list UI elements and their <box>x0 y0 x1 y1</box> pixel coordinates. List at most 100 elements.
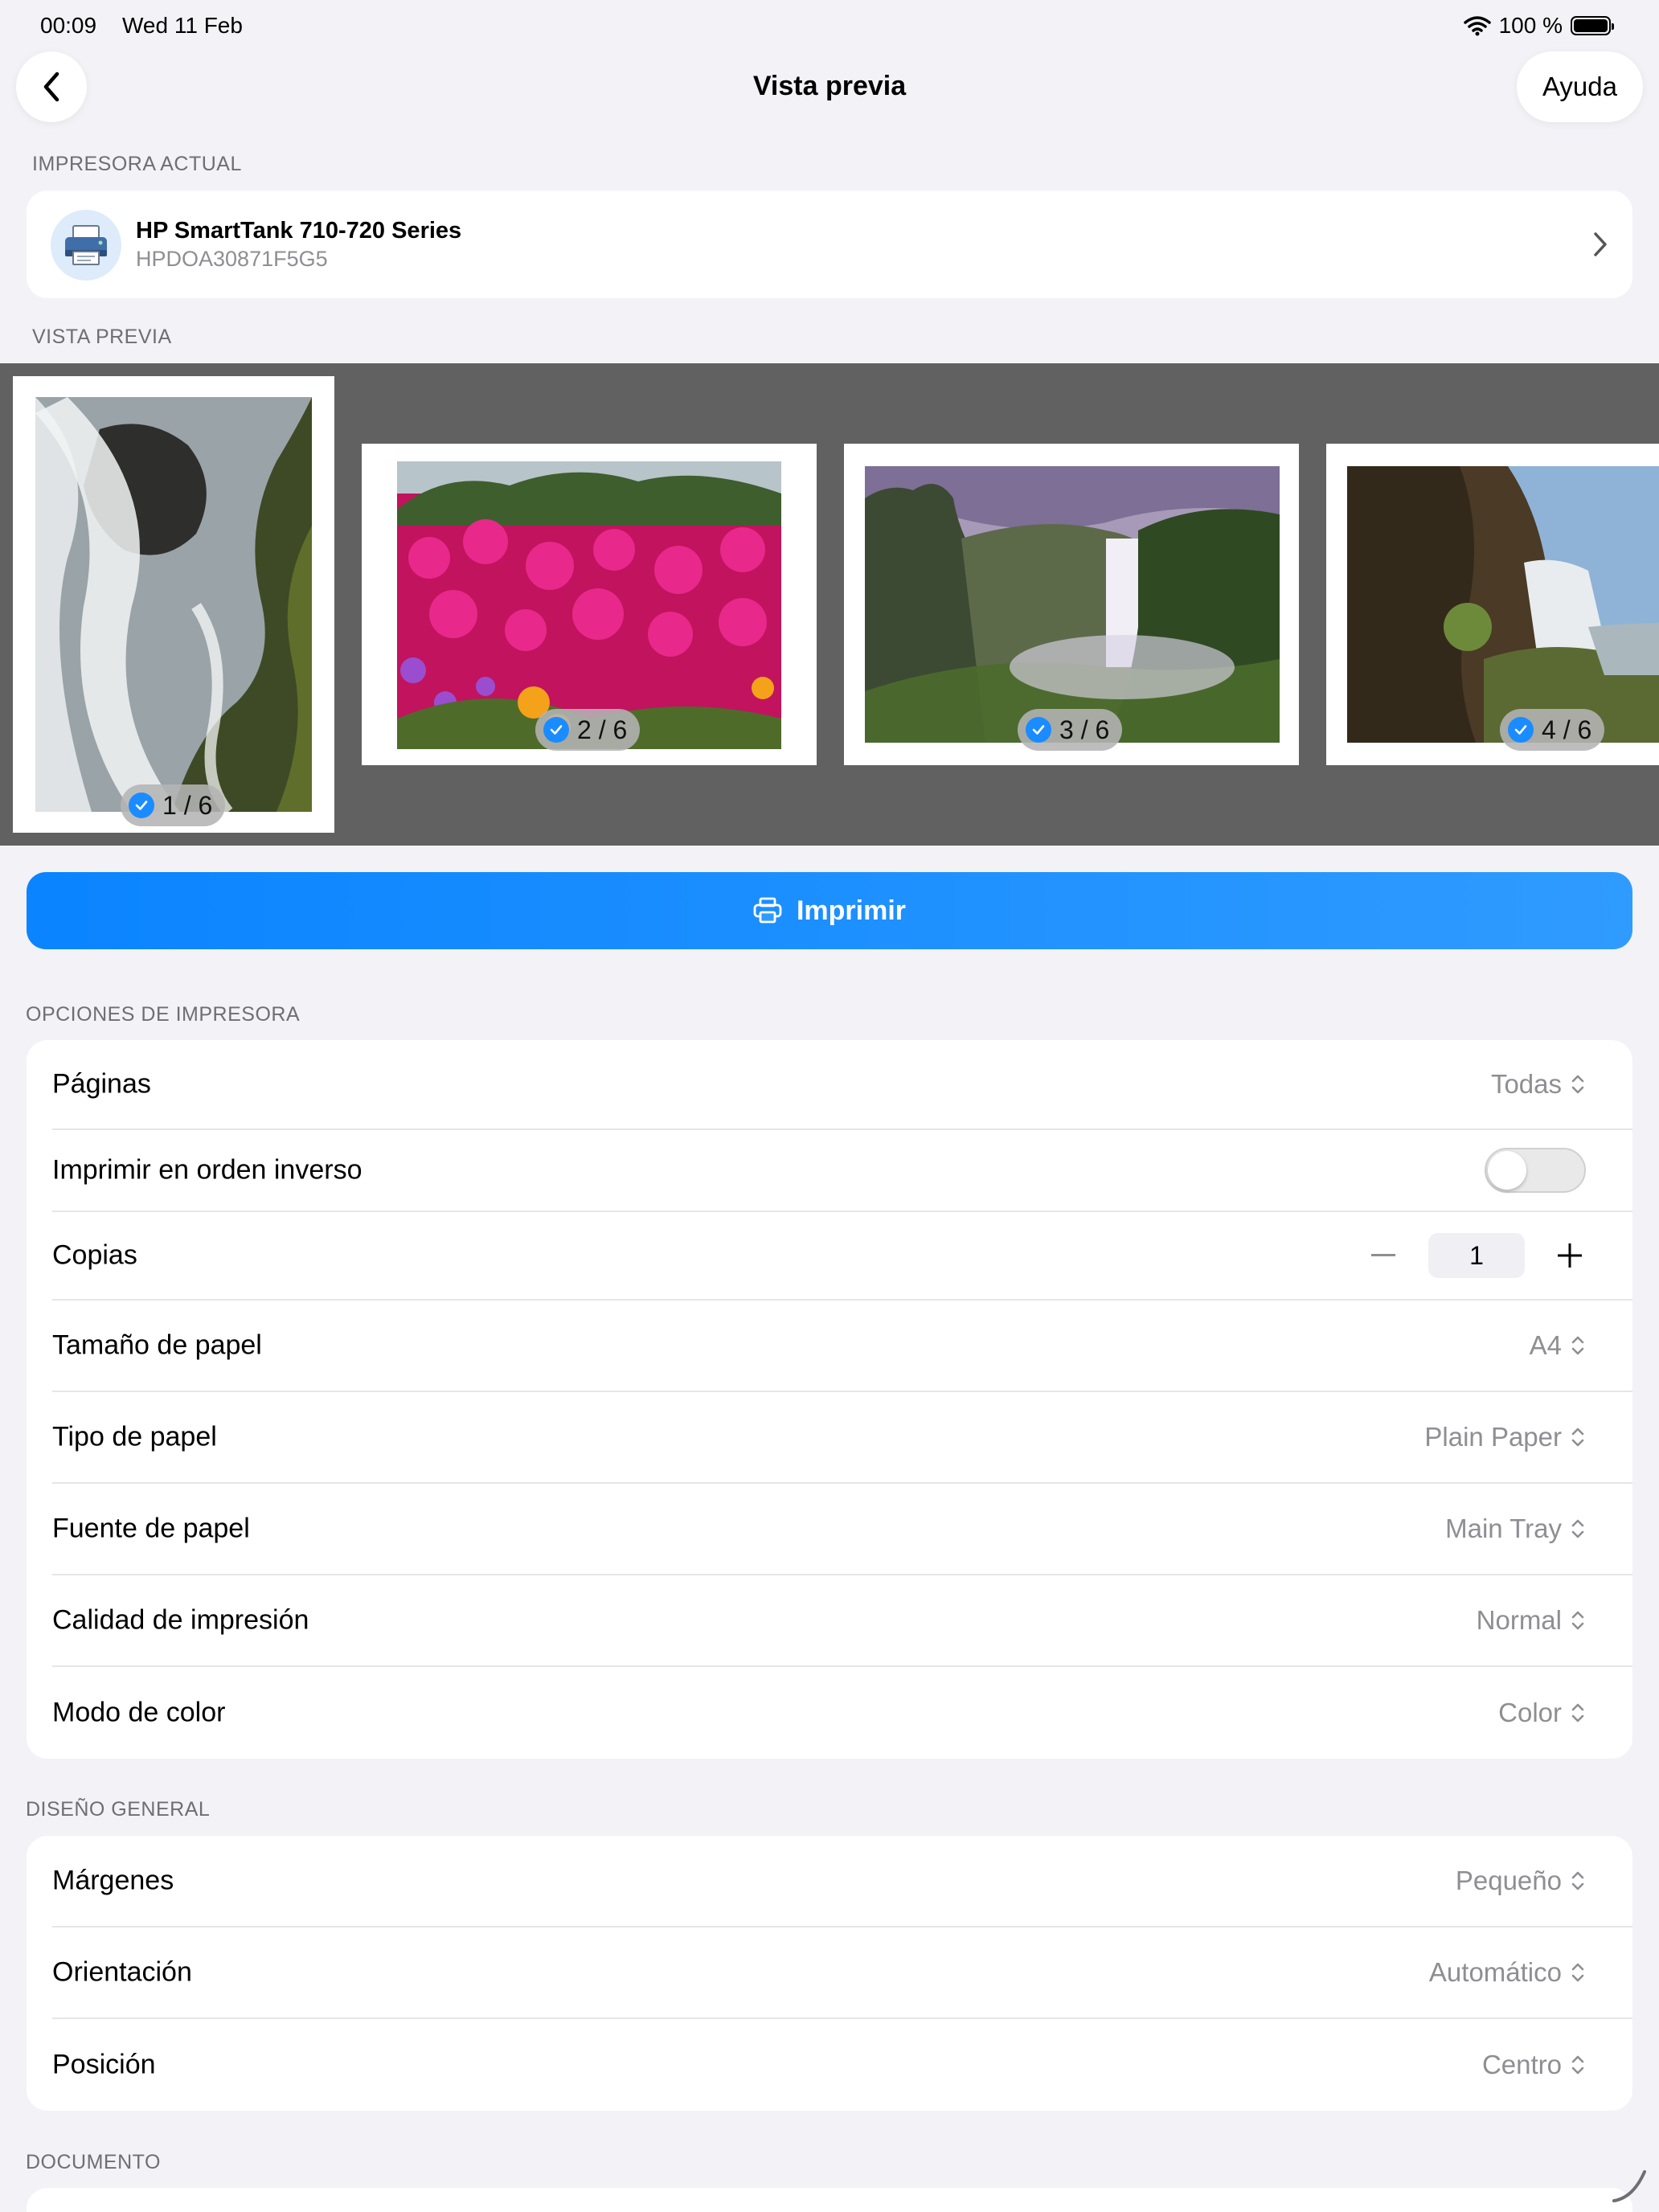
status-time: 00:09 <box>40 13 97 38</box>
battery-percent: 100 % <box>1498 13 1563 38</box>
position-row[interactable]: Posición Centro <box>52 2019 1632 2111</box>
wifi-icon <box>1463 16 1491 36</box>
paper-source-row[interactable]: Fuente de papel Main Tray <box>52 1484 1632 1575</box>
current-printer-header: IMPRESORA ACTUAL <box>32 153 242 175</box>
print-button[interactable]: Imprimir <box>27 872 1632 949</box>
preview-thumbnail[interactable]: 4 / 6 <box>1326 444 1659 765</box>
copies-stepper: 1 <box>1367 1233 1586 1278</box>
color-mode-value: Color <box>1498 1698 1562 1727</box>
chevron-updown-icon <box>1571 1963 1584 1982</box>
increment-button[interactable] <box>1554 1239 1586 1272</box>
chevron-updown-icon <box>1571 1611 1584 1630</box>
plus-icon <box>1558 1243 1582 1268</box>
decrement-button[interactable] <box>1367 1239 1399 1272</box>
margins-label: Márgenes <box>52 1865 174 1896</box>
orientation-value: Automático <box>1428 1957 1562 1987</box>
orientation-label: Orientación <box>52 1956 192 1988</box>
orientation-select[interactable]: Automático <box>1429 1957 1586 1988</box>
orientation-row[interactable]: Orientación Automático <box>52 1927 1632 2019</box>
battery-fill <box>1574 19 1608 32</box>
checkmark-icon <box>129 793 154 818</box>
layout-options-group: Márgenes Pequeño Orientación Automático … <box>27 1836 1632 2111</box>
margins-row[interactable]: Márgenes Pequeño <box>52 1836 1632 1927</box>
color-mode-row[interactable]: Modo de color Color <box>52 1667 1632 1759</box>
copies-row: Copias 1 <box>52 1212 1632 1301</box>
color-mode-select[interactable]: Color <box>1498 1698 1586 1728</box>
minus-icon <box>1371 1254 1395 1256</box>
print-quality-value: Normal <box>1476 1605 1562 1635</box>
printer-options-header: OPCIONES DE IMPRESORA <box>26 1003 301 1026</box>
page-badge: 4 / 6 <box>1500 709 1605 751</box>
margins-value: Pequeño <box>1455 1866 1562 1895</box>
document-group <box>27 2188 1632 2212</box>
pages-label: Páginas <box>52 1068 151 1100</box>
paper-type-row[interactable]: Tipo de papel Plain Paper <box>52 1392 1632 1484</box>
chevron-updown-icon <box>1571 1075 1584 1094</box>
paper-size-select[interactable]: A4 <box>1530 1330 1586 1361</box>
chevron-updown-icon <box>1571 1519 1584 1538</box>
margins-select[interactable]: Pequeño <box>1456 1866 1586 1896</box>
thumbnail-image-waterfall-valley <box>865 466 1280 743</box>
pages-row[interactable]: Páginas Todas <box>52 1040 1632 1130</box>
reverse-order-toggle[interactable] <box>1485 1148 1586 1193</box>
print-button-label: Imprimir <box>796 895 907 926</box>
page-badge-label: 4 / 6 <box>1542 715 1592 744</box>
help-button[interactable]: Ayuda <box>1517 51 1643 122</box>
position-select[interactable]: Centro <box>1482 2050 1586 2080</box>
reverse-order-row: Imprimir en orden inverso <box>52 1130 1632 1212</box>
preview-strip[interactable]: 1 / 6 2 / 6 3 / 6 4 / 6 <box>0 363 1659 846</box>
paper-type-value: Plain Paper <box>1424 1422 1562 1452</box>
chevron-right-icon <box>1594 232 1607 256</box>
current-printer-card[interactable]: HP SmartTank 710-720 Series HPDOA30871F5… <box>27 190 1632 298</box>
checkmark-icon <box>543 717 569 743</box>
page-badge-label: 1 / 6 <box>162 790 213 820</box>
chevron-updown-icon <box>1571 2055 1584 2075</box>
pages-select[interactable]: Todas <box>1491 1069 1586 1100</box>
printer-name: HP SmartTank 710-720 Series <box>136 218 462 244</box>
thumbnail-image-waterfall-closeup <box>35 397 312 812</box>
paper-size-value: A4 <box>1529 1330 1562 1360</box>
page-badge-label: 3 / 6 <box>1059 715 1110 744</box>
preview-thumbnail[interactable]: 2 / 6 <box>362 444 817 765</box>
checkmark-icon <box>1508 717 1534 743</box>
paper-source-label: Fuente de papel <box>52 1513 250 1544</box>
paper-size-row[interactable]: Tamaño de papel A4 <box>52 1301 1632 1392</box>
position-label: Posición <box>52 2049 156 2080</box>
thumbnail-image-pink-flowers <box>397 461 781 749</box>
printer-options-group: Páginas Todas Imprimir en orden inverso … <box>27 1040 1632 1759</box>
print-quality-select[interactable]: Normal <box>1477 1605 1586 1636</box>
chevron-updown-icon <box>1571 1336 1584 1355</box>
copies-value[interactable]: 1 <box>1428 1233 1525 1278</box>
printer-icon <box>51 210 121 281</box>
paper-type-select[interactable]: Plain Paper <box>1424 1422 1586 1452</box>
status-date: Wed 11 Feb <box>122 13 243 38</box>
print-quality-row[interactable]: Calidad de impresión Normal <box>52 1575 1632 1667</box>
page-badge: 1 / 6 <box>121 784 226 826</box>
copies-label: Copias <box>52 1239 137 1271</box>
chevron-updown-icon <box>1571 1871 1584 1890</box>
status-bar: 00:09 Wed 11 Feb 100 % <box>40 11 1619 43</box>
print-quality-label: Calidad de impresión <box>52 1604 309 1636</box>
reverse-order-label: Imprimir en orden inverso <box>52 1154 363 1186</box>
thumbnail-image-cliff-waterfall <box>1347 466 1659 743</box>
page-badge-label: 2 / 6 <box>577 715 628 744</box>
preview-thumbnail[interactable]: 1 / 6 <box>13 376 334 833</box>
printer-id: HPDOA30871F5G5 <box>136 247 328 271</box>
preview-thumbnail[interactable]: 3 / 6 <box>844 444 1299 765</box>
preview-header: VISTA PREVIA <box>32 326 172 348</box>
page-title: Vista previa <box>752 71 907 101</box>
printer-icon <box>753 897 782 924</box>
paper-source-select[interactable]: Main Tray <box>1445 1514 1586 1544</box>
status-indicators: 100 % <box>1463 13 1614 39</box>
page-badge: 3 / 6 <box>1018 709 1123 751</box>
paper-source-value: Main Tray <box>1445 1514 1562 1543</box>
scroll-indicator-icon <box>1612 2170 1646 2202</box>
layout-options-header: DISEÑO GENERAL <box>26 1798 211 1821</box>
checkmark-icon <box>1026 717 1051 743</box>
toggle-knob <box>1488 1151 1526 1190</box>
paper-size-label: Tamaño de papel <box>52 1329 262 1361</box>
chevron-updown-icon <box>1571 1428 1584 1447</box>
position-value: Centro <box>1481 2050 1562 2079</box>
battery-icon <box>1571 16 1614 35</box>
document-header: DOCUMENTO <box>26 2151 161 2173</box>
